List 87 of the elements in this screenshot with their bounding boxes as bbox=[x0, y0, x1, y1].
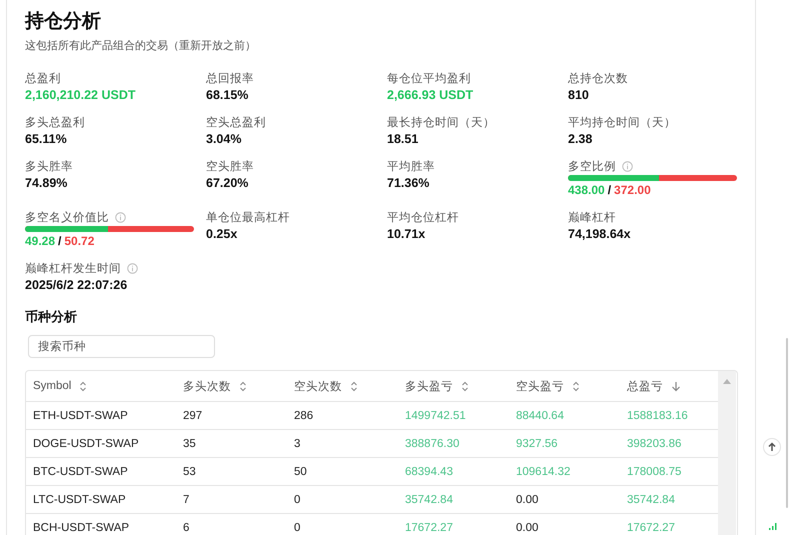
metric-label: 巅峰杠杆 bbox=[568, 210, 616, 224]
metric-value: 2025/6/2 22:07:26 bbox=[25, 278, 128, 292]
metric-label: 空头胜率 bbox=[206, 159, 254, 174]
table-cell: ETH-USDT-SWAP bbox=[26, 402, 176, 430]
table-cell: 286 bbox=[287, 402, 398, 430]
metric-label: 单仓位最高杠杆 bbox=[206, 210, 290, 224]
info-icon[interactable] bbox=[622, 160, 633, 172]
table-cell: 297 bbox=[176, 402, 287, 430]
table-cell: BTC-USDT-SWAP bbox=[26, 458, 176, 486]
metric-label: 每仓位平均盈利 bbox=[387, 72, 471, 86]
column-header[interactable]: 空头盈亏 bbox=[516, 378, 564, 394]
table-cell: 1499742.51 bbox=[398, 402, 509, 430]
metric-value: 68.15% bbox=[206, 88, 250, 102]
metric-label: 多头胜率 bbox=[25, 160, 73, 174]
metric-value: 2,160,210.22 USDT bbox=[25, 88, 136, 102]
table-cell: 0.00 bbox=[509, 514, 620, 535]
metric-label: 总回报率 bbox=[206, 72, 254, 86]
table-cell: 7 bbox=[176, 486, 287, 514]
metric-label: 总盈利 bbox=[25, 72, 61, 86]
table-cell: 0 bbox=[287, 514, 398, 535]
metric-value: 65.11% bbox=[25, 132, 68, 146]
long-value: 438.00 bbox=[568, 183, 605, 197]
table-cell: 53 bbox=[176, 458, 287, 486]
metric-value: 74,198.64x bbox=[568, 227, 632, 241]
sort-icon[interactable] bbox=[461, 380, 469, 392]
table-cell: 35742.84 bbox=[398, 486, 509, 514]
sort-icon[interactable] bbox=[572, 380, 580, 392]
metric-label: 多头总盈利 bbox=[25, 116, 85, 130]
table-cell: 0.00 bbox=[509, 486, 620, 514]
sort-down-icon[interactable] bbox=[671, 380, 681, 392]
scroll-up-icon[interactable] bbox=[723, 379, 731, 384]
column-header[interactable]: Symbol bbox=[33, 380, 72, 392]
metric-value: 3.04% bbox=[206, 132, 242, 146]
table-cell: BCH-USDT-SWAP bbox=[26, 514, 176, 535]
section-title: 币种分析 bbox=[25, 308, 78, 326]
metric-value: 0.25x bbox=[206, 227, 238, 241]
sort-icon[interactable] bbox=[350, 380, 358, 392]
page-subtitle: 这包括所有此产品组合的交易（重新开放之前） bbox=[25, 38, 257, 53]
short-value: 372.00 bbox=[614, 183, 651, 197]
page-title: 持仓分析 bbox=[25, 10, 102, 34]
metric-label: 空头总盈利 bbox=[206, 115, 266, 130]
column-header[interactable]: 多头次数 bbox=[183, 378, 231, 394]
scroll-top-button[interactable] bbox=[763, 438, 781, 456]
sort-icon[interactable] bbox=[239, 380, 247, 392]
scrollbar[interactable] bbox=[718, 371, 736, 535]
metric-value: 810 bbox=[568, 88, 590, 102]
table-cell: LTC-USDT-SWAP bbox=[26, 486, 176, 514]
scrollbar[interactable] bbox=[786, 338, 788, 508]
metric-value: 71.36% bbox=[387, 176, 430, 190]
column-header[interactable]: 多头盈亏 bbox=[405, 378, 453, 394]
table-cell: 17672.27 bbox=[398, 514, 509, 535]
metric-label: 平均仓位杠杆 bbox=[387, 210, 459, 224]
table-cell: 109614.32 bbox=[509, 458, 620, 486]
metric-value: 10.71x bbox=[387, 227, 426, 241]
table-cell: DOGE-USDT-SWAP bbox=[26, 430, 176, 458]
table-cell: 50 bbox=[287, 458, 398, 486]
table-cell: 68394.43 bbox=[398, 458, 509, 486]
table-cell: 3 bbox=[287, 430, 398, 458]
metric-label: 最长持仓时间（天） bbox=[387, 116, 495, 130]
metric-value: 18.51 bbox=[387, 132, 420, 146]
info-icon[interactable] bbox=[115, 212, 126, 222]
signal-icon bbox=[769, 522, 777, 530]
metric-value: 2.38 bbox=[568, 132, 594, 146]
short-value: 50.72 bbox=[64, 234, 94, 248]
table-cell: 0 bbox=[287, 486, 398, 514]
search-field[interactable]: 搜索币种 bbox=[28, 335, 215, 358]
table-cell: 9327.56 bbox=[509, 430, 620, 458]
metric-label: 总持仓次数 bbox=[568, 72, 628, 86]
sort-icon[interactable] bbox=[79, 380, 88, 392]
table-cell: 388876.30 bbox=[398, 430, 509, 458]
column-header[interactable]: 总盈亏 bbox=[627, 378, 663, 394]
metric-label: 平均持仓时间（天） bbox=[568, 116, 676, 130]
metric-value: 67.20% bbox=[206, 176, 250, 190]
table-cell: 35 bbox=[176, 430, 287, 458]
table-cell: 6 bbox=[176, 514, 287, 535]
metric-label: 多空比例 bbox=[568, 159, 616, 174]
metric-label: 平均胜率 bbox=[387, 160, 435, 174]
info-icon[interactable] bbox=[127, 262, 138, 274]
metric-value: 74.89% bbox=[25, 176, 68, 190]
metric-value: 2,666.93 USDT bbox=[387, 88, 474, 102]
long-value: 49.28 bbox=[25, 234, 56, 248]
column-header[interactable]: 空头次数 bbox=[294, 378, 342, 394]
table-cell: 88440.64 bbox=[509, 402, 620, 430]
metric-label: 多空名义价值比 bbox=[25, 210, 109, 224]
separator: / bbox=[58, 234, 62, 248]
separator: / bbox=[608, 183, 612, 197]
metric-label: 巅峰杠杆发生时间 bbox=[25, 262, 121, 276]
